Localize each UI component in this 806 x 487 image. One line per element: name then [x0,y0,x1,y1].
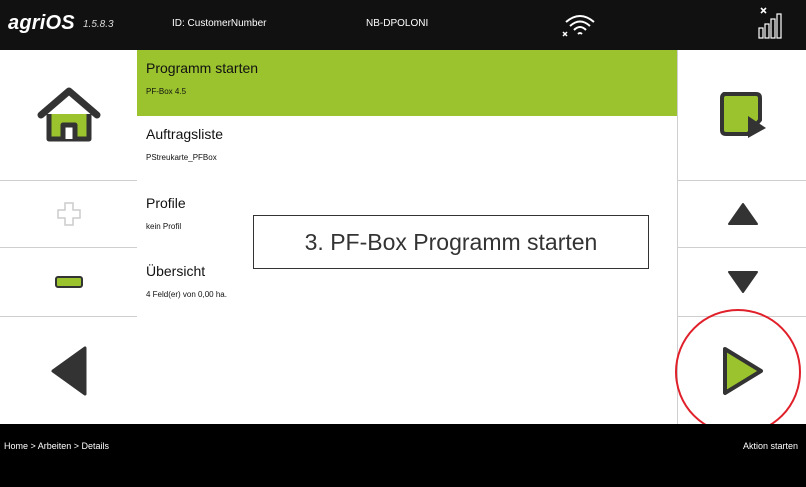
menu-item-subtitle: PStreukarte_PFBox [146,153,217,162]
status-bar: Home > Arbeiten > Details Aktion starten [0,424,806,487]
menu-item-title: Programm starten [146,60,259,76]
menu-item-auftragsliste[interactable]: Auftragsliste PStreukarte_PFBox [137,116,677,182]
customer-id: ID: CustomerNumber [172,18,267,29]
menu-item-subtitle: kein Profil [146,222,182,231]
select-button[interactable] [677,50,806,181]
menu-item-subtitle: 4 Feld(er) von 0,00 ha. [146,290,227,299]
minus-icon [54,276,83,288]
up-button[interactable] [677,181,806,248]
top-bar: agriOS 1.5.8.3 ID: CustomerNumber NB-DPO… [0,0,806,50]
menu-item-title: Profile [146,195,186,211]
home-icon [37,87,100,142]
breadcrumb: Home > Arbeiten > Details [4,441,110,451]
play-icon [722,346,763,395]
wifi-off-icon [562,15,595,37]
down-button[interactable] [677,248,806,317]
menu-item-subtitle: PF-Box 4.5 [146,87,187,96]
arrow-down-icon [727,271,758,293]
app-version: 1.5.8.3 [83,19,114,30]
app-logo: agriOS [8,12,75,34]
action-label: Aktion starten [742,441,798,451]
minus-button[interactable] [0,248,138,317]
menu-item-programm-starten[interactable]: Programm starten PF-Box 4.5 [137,50,677,116]
start-action-button[interactable] [677,317,806,424]
instruction-callout: 3. PF-Box Programm starten [253,215,649,269]
plus-button[interactable] [0,181,138,248]
menu-item-title: Übersicht [146,263,206,279]
signal-off-icon [758,7,782,39]
select-icon [719,92,766,138]
arrow-left-icon [51,346,86,395]
device-name: NB-DPOLONI [366,18,429,29]
back-button[interactable] [0,317,138,424]
right-toolbar [677,50,806,424]
home-button[interactable] [0,50,138,181]
arrow-up-icon [727,203,758,225]
plus-icon [56,202,81,226]
menu-item-title: Auftragsliste [146,126,224,142]
left-toolbar [0,50,138,424]
